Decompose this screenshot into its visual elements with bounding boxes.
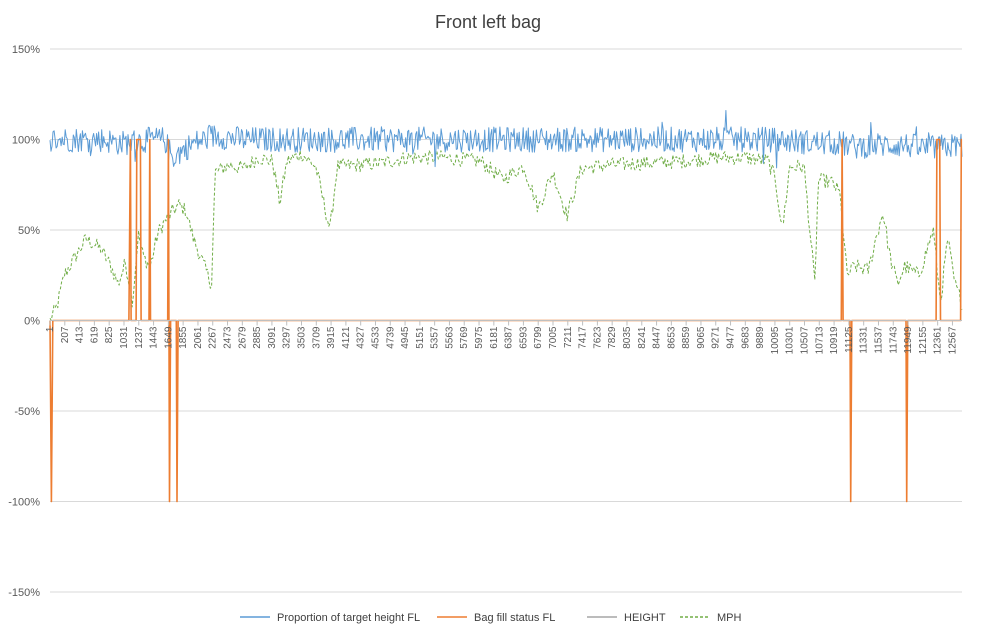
chart-container: Front left bag -150% -100% -50% 0% 50% 100% 15…: [0, 0, 1001, 638]
x-tick-label: 11743: [888, 326, 899, 354]
x-tick-label: 6799: [533, 326, 544, 349]
x-tick-label: 9683: [740, 326, 751, 349]
x-tick-label: 8653: [666, 326, 677, 349]
x-tick-label: 9889: [755, 326, 766, 349]
y-tick-label: -150%: [8, 587, 40, 599]
x-tick-label: 3297: [282, 326, 293, 349]
x-tick-label: 1443: [149, 326, 160, 349]
y-tick-label: 100%: [12, 135, 40, 147]
x-tick-label: 4945: [400, 326, 411, 349]
x-tick-label: 6593: [518, 326, 529, 349]
x-tick-label: 7211: [563, 326, 574, 348]
y-tick-label: 50%: [18, 225, 40, 237]
x-tick-label: 8035: [622, 326, 633, 349]
x-tick-label: 12361: [933, 326, 944, 354]
x-tick-label: 7623: [592, 326, 603, 349]
x-tick-label: 4533: [370, 326, 381, 349]
x-tick-label: 1237: [134, 326, 145, 349]
legend-label-bag-fill-status-fl: Bag fill status FL: [474, 612, 555, 624]
x-tick-label: 8447: [652, 326, 663, 349]
x-tick-label: 6387: [504, 326, 515, 349]
legend-label-proportion-of-target-height-fl: Proportion of target height FL: [277, 612, 420, 624]
x-tick-label: 11537: [873, 326, 884, 354]
y-tick-label: -100%: [8, 497, 40, 509]
x-tick-label: 825: [104, 326, 115, 343]
x-tick-label: 1: [45, 326, 56, 332]
x-tick-label: 11125: [844, 326, 855, 353]
x-tick-label: 6181: [489, 326, 500, 349]
x-tick-label: 3503: [297, 326, 308, 349]
x-tick-label: 5151: [415, 326, 426, 349]
y-tick-label: 150%: [12, 44, 40, 56]
y-tick-label: -50%: [14, 406, 40, 418]
x-tick-label: 5975: [474, 326, 485, 349]
x-tick-label: 2267: [208, 326, 219, 349]
x-tick-label: 2885: [252, 326, 263, 349]
x-tick-label: 3709: [311, 326, 322, 349]
x-tick-label: 7417: [578, 326, 589, 349]
x-tick-label: 9271: [711, 326, 722, 349]
x-tick-label: 10919: [829, 326, 840, 354]
x-tick-label: 2061: [193, 326, 204, 349]
chart-title: Front left bag: [435, 12, 541, 32]
x-tick-label: 10095: [770, 326, 781, 354]
x-tick-label: 207: [60, 326, 71, 343]
x-tick-label: 5357: [430, 326, 441, 349]
x-tick-label: 8859: [681, 326, 692, 349]
y-tick-label: 0%: [24, 316, 40, 328]
x-tick-label: 619: [89, 326, 100, 343]
x-tick-label: 4121: [341, 326, 352, 349]
x-tick-label: 3915: [326, 326, 337, 349]
x-tick-label: 2473: [223, 326, 234, 349]
x-tick-label: 5769: [459, 326, 470, 349]
legend-label-mph: MPH: [717, 612, 742, 624]
x-tick-label: 11949: [903, 326, 914, 354]
line-chart: Front left bag -150%-100%-50%0%50%100%15…: [0, 0, 1001, 638]
x-tick-label: 10713: [814, 326, 825, 354]
x-tick-label: 4739: [385, 326, 396, 349]
x-tick-label: 10301: [785, 326, 796, 354]
x-tick-label: 7005: [548, 326, 559, 349]
x-tick-label: 1855: [178, 326, 189, 349]
x-tick-label: 9477: [726, 326, 737, 349]
x-tick-label: 1649: [163, 326, 174, 349]
x-tick-label: 1031: [119, 326, 130, 349]
x-tick-label: 10507: [800, 326, 811, 354]
x-tick-label: 9065: [696, 326, 707, 349]
x-tick-label: 3091: [267, 326, 278, 349]
x-tick-label: 413: [75, 326, 86, 343]
x-tick-label: 12155: [918, 326, 929, 354]
x-tick-label: 5563: [444, 326, 455, 349]
x-tick-label: 11331: [859, 326, 870, 354]
legend-label-height: HEIGHT: [624, 612, 666, 624]
x-tick-label: 2679: [237, 326, 248, 349]
x-tick-label: 4327: [356, 326, 367, 349]
x-tick-label: 8241: [637, 326, 648, 349]
x-tick-label: 12567: [947, 326, 958, 354]
x-tick-label: 7829: [607, 326, 618, 349]
